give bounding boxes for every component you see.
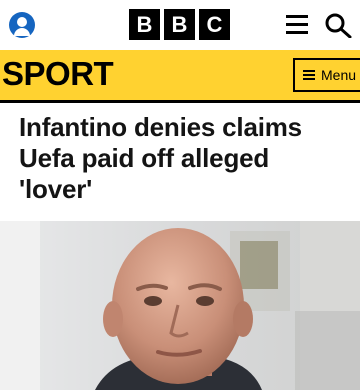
bbc-header: B B C [0, 0, 360, 50]
section-title[interactable]: SPORT [2, 56, 114, 92]
section-divider [0, 100, 360, 103]
article-photo-illustration [0, 221, 360, 390]
article-headline: Infantino denies claims Uefa paid off al… [19, 112, 302, 204]
account-shoulders [14, 28, 30, 36]
bbc-logo[interactable]: B B C [129, 9, 230, 40]
account-head [17, 17, 27, 27]
account-icon[interactable] [9, 12, 35, 38]
article-photo [0, 221, 360, 390]
logo-letter-b1: B [129, 9, 160, 40]
logo-letter-c: C [199, 9, 230, 40]
section-menu-button[interactable]: Menu [293, 58, 360, 92]
hamburger-icon [303, 70, 315, 80]
menu-icon[interactable] [286, 14, 308, 34]
search-icon[interactable] [324, 12, 352, 38]
section-menu-label: Menu [321, 67, 357, 83]
logo-letter-b2: B [164, 9, 195, 40]
